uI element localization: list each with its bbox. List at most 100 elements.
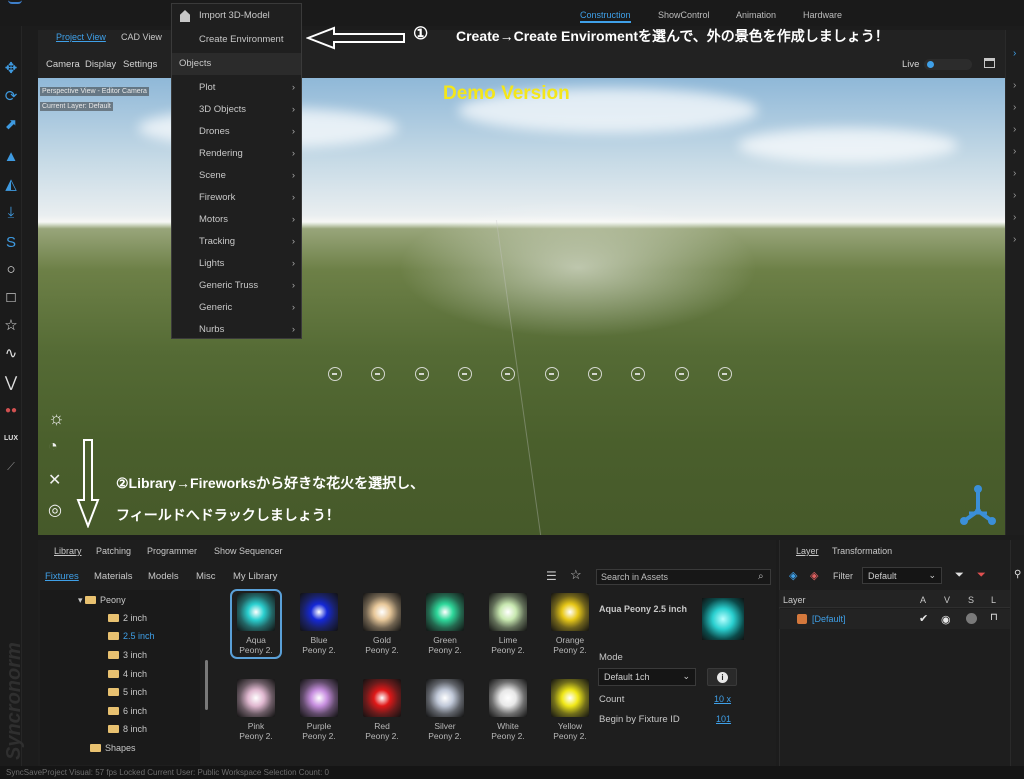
filter-clear-icon[interactable]: ⏷	[977, 569, 986, 582]
chevron-right-icon[interactable]: ›	[1013, 80, 1016, 91]
search-icon[interactable]: ⌕	[758, 571, 764, 582]
square-shape-icon[interactable]: □	[0, 287, 22, 309]
asset-tile[interactable]: Lime Peony 2.	[486, 593, 530, 655]
menu-item-create-environment[interactable]: Create Environment	[172, 29, 301, 51]
tab-patching[interactable]: Patching	[96, 546, 131, 556]
list-view-icon[interactable]: ☰	[546, 569, 557, 583]
layer-color-swatch[interactable]	[797, 614, 807, 624]
tree-item-8-inch[interactable]: 8 inch	[108, 720, 147, 738]
subtab-models[interactable]: Models	[148, 571, 179, 582]
tab-layer[interactable]: Layer	[796, 546, 819, 556]
firework-launcher-icon[interactable]	[415, 367, 429, 381]
lux-icon[interactable]: LUX	[0, 428, 22, 450]
subtab-fixtures[interactable]: Fixtures	[45, 571, 79, 582]
tab-library[interactable]: Library	[54, 546, 82, 556]
maximize-icon[interactable]	[984, 58, 995, 68]
drop-tool-icon[interactable]: ⤓	[0, 202, 22, 224]
layers-alt-icon[interactable]: ◈	[810, 569, 818, 582]
axis-gizmo-icon[interactable]	[956, 483, 1000, 527]
tree-item-2-5-inch[interactable]: 2.5 inch	[108, 627, 155, 645]
speed-icon[interactable]: ◔	[48, 438, 58, 456]
menu-display[interactable]: Display	[85, 59, 116, 70]
search-assets-input[interactable]: Search in Assets	[596, 569, 771, 585]
firework-launcher-icon[interactable]	[631, 367, 645, 381]
tab-construction[interactable]: Construction	[580, 10, 631, 23]
asset-tile[interactable]: Aqua Peony 2.	[230, 589, 282, 659]
firework-launcher-icon[interactable]	[501, 367, 515, 381]
menu-settings[interactable]: Settings	[123, 59, 157, 70]
asset-tile[interactable]: White Peony 2.	[486, 679, 530, 741]
tree-folder-shapes[interactable]: Shapes	[90, 739, 136, 757]
solo-icon[interactable]	[966, 613, 977, 624]
tab-showcontrol[interactable]: ShowControl	[658, 10, 710, 20]
asset-tile[interactable]: Pink Peony 2.	[234, 679, 278, 741]
tab-show-sequencer[interactable]: Show Sequencer	[214, 546, 283, 556]
live-toggle[interactable]	[924, 59, 972, 70]
firework-launcher-icon[interactable]	[371, 367, 385, 381]
tree-item-3-inch[interactable]: 3 inch	[108, 646, 147, 664]
asset-tile[interactable]: Gold Peony 2.	[360, 593, 404, 655]
menu-camera[interactable]: Camera	[46, 59, 80, 70]
asset-tile[interactable]: Purple Peony 2.	[297, 679, 341, 741]
asset-tile[interactable]: Yellow Peony 2.	[548, 679, 592, 741]
sun-icon[interactable]: ☼	[48, 408, 65, 429]
wave-shape-icon[interactable]: ∿	[0, 343, 22, 365]
subtab-misc[interactable]: Misc	[196, 571, 216, 582]
favorite-star-icon[interactable]: ☆	[570, 567, 582, 583]
chevron-right-icon[interactable]: ›	[1013, 124, 1016, 135]
firework-launcher-icon[interactable]	[675, 367, 689, 381]
tree-item-6-inch[interactable]: 6 inch	[108, 702, 147, 720]
menu-item-generic-truss[interactable]: Generic Truss ›	[172, 275, 301, 297]
tree-folder-peony[interactable]: ▾ Peony	[78, 591, 126, 609]
menu-item-3d-objects[interactable]: 3D Objects ›	[172, 99, 301, 121]
tab-project-view[interactable]: Project View	[56, 32, 106, 42]
asset-tile[interactable]: Green Peony 2.	[423, 593, 467, 655]
asset-tile[interactable]: Red Peony 2.	[360, 679, 404, 741]
eye-icon[interactable]: ◉	[941, 613, 951, 626]
chevron-right-icon[interactable]: ›	[1013, 234, 1016, 245]
mode-select[interactable]: Default 1ch ⌄	[598, 668, 696, 686]
menu-item-import-3d-model[interactable]: Import 3D-Model	[172, 5, 301, 27]
menu-item-lights[interactable]: Lights ›	[172, 253, 301, 275]
tab-transformation[interactable]: Transformation	[832, 546, 892, 556]
menu-item-scene[interactable]: Scene ›	[172, 165, 301, 187]
measure-icon[interactable]: ⟋	[0, 456, 22, 478]
checkmark-icon[interactable]: ✔	[919, 612, 928, 625]
firework-launcher-icon[interactable]	[545, 367, 559, 381]
filter-select[interactable]: Default ⌄	[862, 567, 942, 584]
count-value[interactable]: 10 x	[714, 694, 731, 704]
move-tool-icon[interactable]: ✥	[0, 58, 22, 80]
asset-tile[interactable]: Blue Peony 2.	[297, 593, 341, 655]
menu-item-nurbs[interactable]: Nurbs ›	[172, 319, 301, 341]
fixture-group-icon[interactable]: ●●	[0, 400, 22, 422]
tree-scrollbar[interactable]	[205, 660, 208, 710]
menu-item-plot[interactable]: Plot ›	[172, 77, 301, 99]
begin-by-fixture-value[interactable]: 101	[716, 714, 731, 724]
subtab-my-library[interactable]: My Library	[233, 571, 277, 582]
tab-programmer[interactable]: Programmer	[147, 546, 197, 556]
menu-item-generic[interactable]: Generic ›	[172, 297, 301, 319]
timer-icon[interactable]: ◎	[48, 500, 62, 520]
tab-animation[interactable]: Animation	[736, 10, 776, 20]
subtab-materials[interactable]: Materials	[94, 571, 133, 582]
asset-tile[interactable]: Orange Peony 2.	[548, 593, 592, 655]
menu-item-rendering[interactable]: Rendering ›	[172, 143, 301, 165]
menu-item-drones[interactable]: Drones ›	[172, 121, 301, 143]
chevron-right-icon[interactable]: ›	[1013, 168, 1016, 179]
fan-shape-icon[interactable]: ⋁	[0, 372, 22, 394]
scale-tool-icon[interactable]: ⬈	[0, 114, 22, 136]
lock-icon[interactable]: ⊓	[990, 612, 998, 623]
chevron-down-icon[interactable]: ▾	[78, 595, 83, 605]
chevron-right-icon[interactable]: ›	[1013, 102, 1016, 113]
terrain-edit-icon[interactable]: ◭	[0, 174, 22, 196]
chevron-right-icon[interactable]: ›	[1013, 212, 1016, 223]
terrain-tool-icon[interactable]: ▲	[0, 146, 22, 168]
tree-item-2-inch[interactable]: 2 inch	[108, 609, 147, 627]
menu-item-motors[interactable]: Motors ›	[172, 209, 301, 231]
firework-launcher-icon[interactable]	[718, 367, 732, 381]
tree-item-4-inch[interactable]: 4 inch	[108, 665, 147, 683]
firework-launcher-icon[interactable]	[328, 367, 342, 381]
chevron-right-icon[interactable]: ›	[1013, 146, 1016, 157]
star-shape-icon[interactable]: ☆	[0, 315, 22, 337]
curve-tool-icon[interactable]: S	[0, 232, 22, 254]
